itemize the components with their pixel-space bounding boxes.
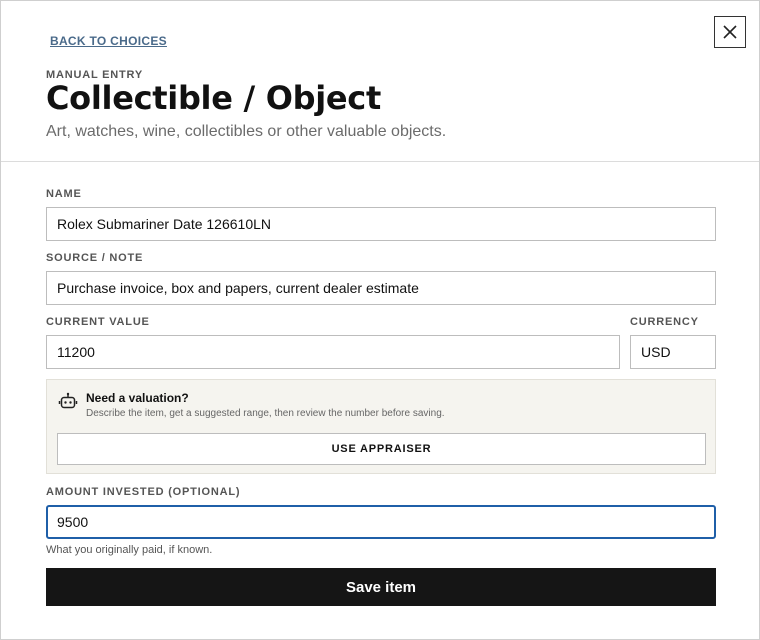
valuation-title: Need a valuation? — [86, 391, 189, 405]
valuation-description: Describe the item, get a suggested range… — [86, 408, 445, 419]
amount-invested-help: What you originally paid, if known. — [46, 544, 213, 556]
valuation-panel: Need a valuation? Describe the item, get… — [46, 379, 716, 474]
modal-header: BACK TO CHOICES MANUAL ENTRY Collectible… — [1, 1, 759, 162]
save-item-button[interactable]: Save item — [46, 568, 716, 606]
close-button[interactable] — [714, 16, 746, 48]
name-input[interactable] — [46, 207, 716, 241]
currency-input[interactable] — [630, 335, 716, 369]
use-appraiser-button[interactable]: USE APPRAISER — [57, 433, 706, 465]
current-value-label: CURRENT VALUE — [46, 316, 150, 328]
name-label: NAME — [46, 188, 82, 200]
amount-invested-label: AMOUNT INVESTED (OPTIONAL) — [46, 486, 241, 498]
amount-invested-input[interactable] — [46, 505, 716, 539]
page-title: Collectible / Object — [46, 79, 381, 117]
current-value-input[interactable] — [46, 335, 620, 369]
manual-entry-modal: BACK TO CHOICES MANUAL ENTRY Collectible… — [0, 0, 760, 640]
close-icon — [723, 25, 737, 39]
currency-label: CURRENCY — [630, 316, 699, 328]
robot-icon — [58, 392, 78, 409]
source-note-input[interactable] — [46, 271, 716, 305]
back-to-choices-link[interactable]: BACK TO CHOICES — [50, 34, 167, 48]
page-subtitle: Art, watches, wine, collectibles or othe… — [46, 123, 447, 140]
source-note-label: SOURCE / NOTE — [46, 252, 144, 264]
